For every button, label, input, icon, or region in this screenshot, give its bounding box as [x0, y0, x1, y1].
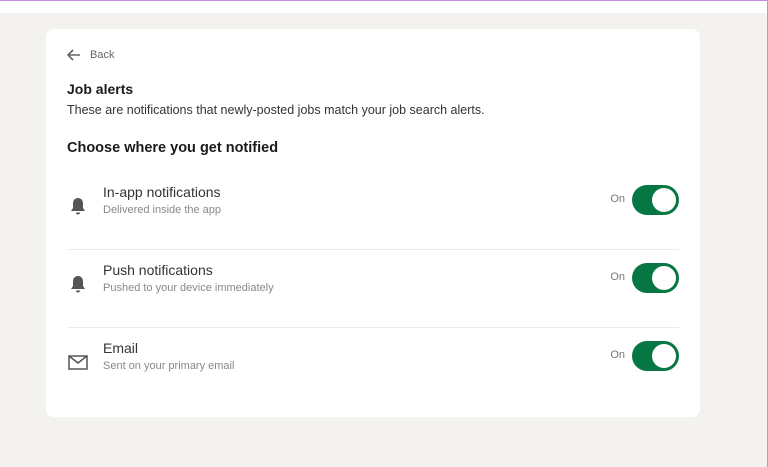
- section-title: Choose where you get notified: [67, 140, 279, 156]
- bell-icon: [71, 198, 85, 215]
- arrow-left-icon: [67, 49, 80, 61]
- option-email: Email Sent on your primary email On: [67, 329, 679, 406]
- option-label: Push notifications: [103, 262, 213, 278]
- bell-icon: [71, 276, 85, 293]
- email-toggle[interactable]: [632, 341, 679, 371]
- in-app-toggle[interactable]: [632, 185, 679, 215]
- toggle-state: On: [610, 193, 625, 205]
- settings-card: Back Job alerts These are notifications …: [46, 29, 700, 417]
- option-sublabel: Pushed to your device immediately: [103, 282, 274, 294]
- top-strip: [0, 1, 767, 13]
- toggle-state: On: [610, 349, 625, 361]
- option-label: In-app notifications: [103, 184, 221, 200]
- toggle-state: On: [610, 271, 625, 283]
- envelope-icon: [68, 355, 88, 370]
- page-title: Job alerts: [67, 81, 134, 97]
- back-label: Back: [90, 49, 115, 61]
- option-label: Email: [103, 340, 139, 356]
- push-toggle[interactable]: [632, 263, 679, 293]
- page-description: These are notifications that newly-poste…: [67, 103, 485, 117]
- option-sublabel: Sent on your primary email: [103, 360, 235, 372]
- option-sublabel: Delivered inside the app: [103, 204, 222, 216]
- back-button[interactable]: Back: [67, 49, 114, 61]
- option-push: Push notifications Pushed to your device…: [67, 251, 679, 328]
- option-in-app: In-app notifications Delivered inside th…: [67, 173, 679, 250]
